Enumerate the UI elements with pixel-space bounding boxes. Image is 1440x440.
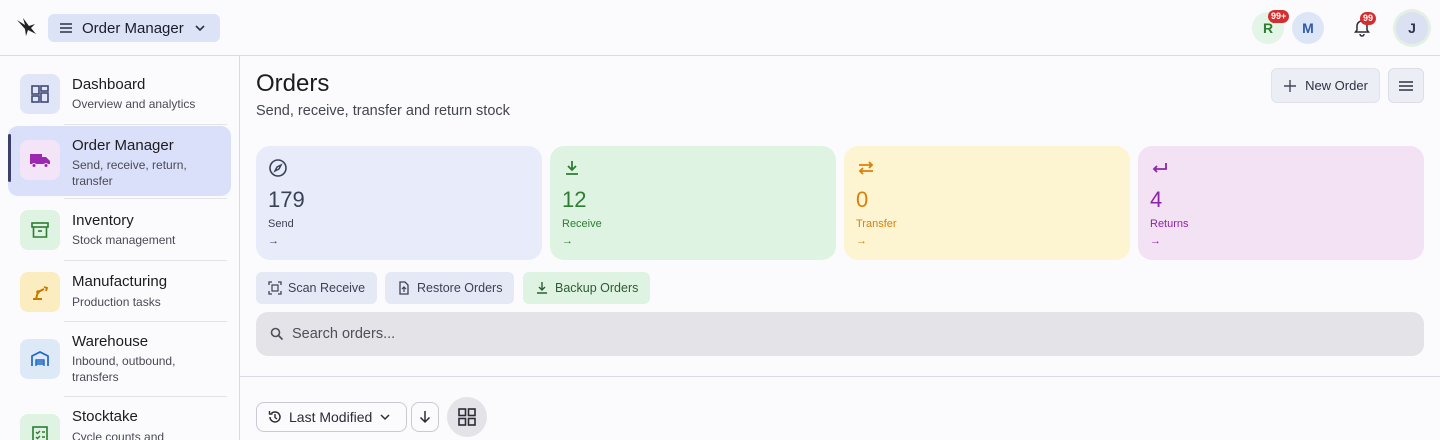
sidebar-item-subtitle: Stock management	[72, 233, 176, 247]
return-arrow-icon	[1150, 158, 1170, 178]
returns-card[interactable]: 4 Returns →	[1138, 146, 1424, 260]
new-order-label: New Order	[1305, 78, 1368, 93]
divider	[64, 396, 227, 397]
search-input[interactable]	[292, 326, 1192, 342]
search-icon	[270, 327, 284, 341]
truck-icon	[20, 140, 60, 180]
count-badge: 99+	[1268, 10, 1290, 23]
grid-icon	[458, 408, 476, 426]
sidebar-item-manufacturing[interactable]: Manufacturing Production tasks	[8, 262, 231, 322]
sort-selected-label: Last Modified	[289, 409, 373, 425]
chevron-down-icon	[380, 414, 390, 421]
arrow-right-icon: →	[562, 235, 573, 247]
menu-icon	[1399, 80, 1413, 91]
robot-arm-icon	[20, 272, 60, 312]
sidebar-item-title: Inventory	[72, 212, 134, 229]
arrow-down-icon	[419, 411, 431, 424]
action-label: Backup Orders	[555, 281, 639, 295]
divider	[64, 198, 227, 199]
receive-card[interactable]: 12 Receive →	[550, 146, 836, 260]
menu-icon	[58, 20, 74, 36]
page-subtitle: Send, receive, transfer and return stock	[256, 103, 510, 119]
warehouse-icon	[20, 339, 60, 379]
card-value: 4	[1150, 187, 1163, 212]
sidebar-item-subtitle: Inbound, outbound, transfers	[72, 354, 176, 384]
search-bar[interactable]	[256, 312, 1424, 356]
sidebar-item-order-manager[interactable]: Order Manager Send, receive, return, tra…	[8, 126, 231, 196]
card-value: 179	[268, 187, 305, 212]
sidebar-item-title: Dashboard	[72, 76, 146, 93]
transfer-card[interactable]: 0 Transfer →	[844, 146, 1130, 260]
sidebar-item-stocktake[interactable]: Stocktake Cycle counts and	[8, 398, 231, 440]
download-icon	[537, 282, 547, 294]
sidebar-item-subtitle: Send, receive, return, transfer	[72, 158, 187, 188]
avatar-r[interactable]: R 99+	[1252, 10, 1290, 44]
arrow-right-icon: →	[1150, 235, 1161, 247]
arrow-right-icon: →	[856, 235, 867, 247]
sidebar: Dashboard Overview and analytics Order M…	[0, 56, 240, 440]
divider	[240, 376, 1440, 377]
sidebar-item-warehouse[interactable]: Warehouse Inbound, outbound, transfers	[8, 323, 231, 395]
card-label: Transfer	[856, 218, 897, 230]
sidebar-item-subtitle: Overview and analytics	[72, 97, 196, 111]
arrow-right-icon: →	[268, 235, 279, 247]
card-value: 0	[856, 187, 869, 212]
sidebar-item-inventory[interactable]: Inventory Stock management	[8, 200, 231, 260]
action-label: Scan Receive	[288, 281, 366, 295]
backup-orders-button[interactable]: Backup Orders	[523, 272, 651, 304]
chevron-down-icon	[192, 20, 208, 36]
user-avatar-j[interactable]: J	[1396, 12, 1428, 44]
bird-logo-icon[interactable]	[14, 14, 40, 40]
restore-orders-button[interactable]: Restore Orders	[385, 272, 515, 304]
grid-view-toggle[interactable]	[447, 397, 487, 437]
card-label: Returns	[1150, 218, 1189, 230]
history-clock-icon	[268, 411, 281, 423]
action-label: Restore Orders	[417, 281, 503, 295]
card-label: Receive	[562, 218, 602, 230]
avatar-initial: J	[1408, 20, 1416, 36]
divider	[64, 260, 227, 261]
swap-arrows-icon	[856, 158, 876, 178]
avatar-m[interactable]: M	[1292, 12, 1324, 44]
download-icon	[562, 158, 582, 178]
sort-select[interactable]: Last Modified	[256, 402, 407, 432]
sort-direction-button[interactable]	[411, 402, 439, 432]
sidebar-item-title: Stocktake	[72, 408, 138, 425]
app-switcher-label: Order Manager	[82, 19, 184, 37]
notifications-button[interactable]: 99	[1346, 12, 1378, 44]
file-restore-icon	[399, 281, 409, 295]
compass-icon	[268, 158, 288, 178]
card-label: Send	[268, 218, 294, 230]
card-value: 12	[562, 187, 587, 212]
sidebar-item-title: Order Manager	[72, 137, 174, 154]
send-card[interactable]: 179 Send →	[256, 146, 542, 260]
avatar-initial: M	[1302, 20, 1314, 36]
sidebar-item-subtitle: Cycle counts and	[72, 430, 165, 440]
page-title: Orders	[256, 70, 330, 97]
scan-receive-button[interactable]: Scan Receive	[256, 272, 378, 304]
divider	[64, 124, 227, 125]
new-order-button[interactable]: New Order	[1271, 68, 1380, 103]
archive-box-icon	[20, 210, 60, 250]
divider	[64, 321, 227, 322]
sidebar-item-title: Manufacturing	[72, 273, 168, 290]
scan-icon	[268, 281, 282, 295]
notifications-badge: 99	[1360, 12, 1377, 25]
more-menu-button[interactable]	[1388, 68, 1424, 103]
sidebar-item-subtitle: Production tasks	[72, 295, 161, 309]
top-bar: Order Manager R 99+ M 99 J	[0, 0, 1440, 56]
dashboard-icon	[20, 74, 60, 114]
plus-icon	[1284, 79, 1297, 92]
sidebar-item-dashboard[interactable]: Dashboard Overview and analytics	[8, 64, 231, 124]
checklist-icon	[20, 414, 60, 440]
sidebar-item-title: Warehouse	[72, 333, 149, 350]
app-switcher-button[interactable]: Order Manager	[48, 14, 220, 42]
